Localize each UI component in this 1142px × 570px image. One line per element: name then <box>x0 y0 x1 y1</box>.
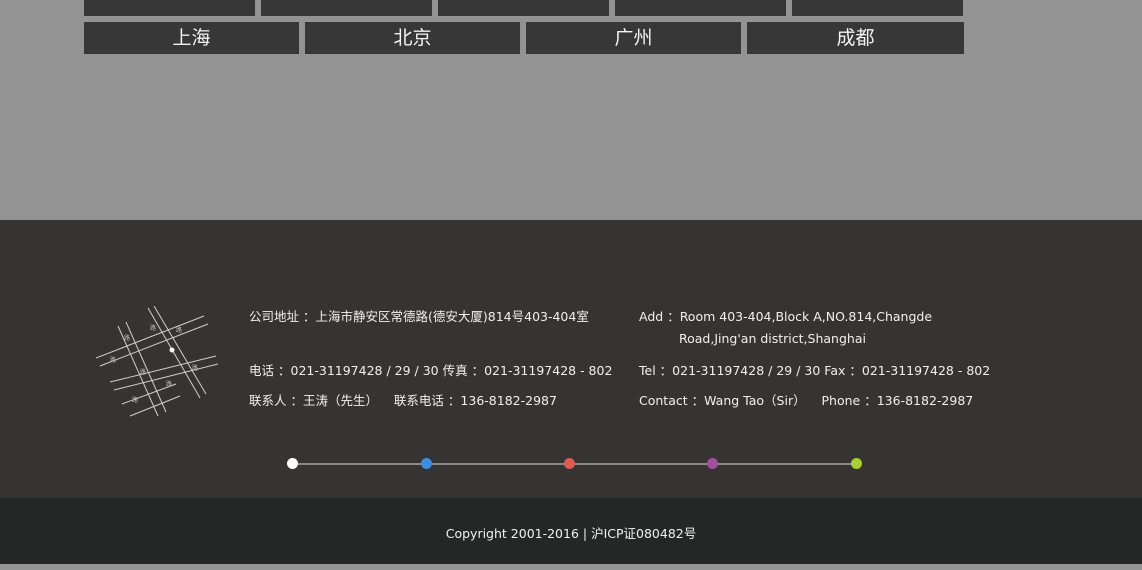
svg-text:路: 路 <box>150 324 156 332</box>
phone-label-en: Phone <box>821 393 861 408</box>
fax-value: ：021-31197428 - 802 <box>471 363 613 378</box>
add-label: Add <box>639 309 664 324</box>
cn-contact-line: 联系人 ：王涛（先生） 联系电话 ：136-8182-2987 <box>249 390 557 412</box>
fax-label-en: Fax <box>824 363 846 378</box>
city-tabs: 上海 北京 广州 成都 <box>84 22 964 54</box>
svg-text:路: 路 <box>140 368 146 376</box>
partial-tile[interactable] <box>615 0 786 16</box>
svg-text:路: 路 <box>192 364 198 372</box>
city-tab-beijing[interactable]: 北京 <box>305 22 520 54</box>
tile-row-partial <box>84 0 963 16</box>
svg-text:路: 路 <box>132 396 138 404</box>
svg-text:路: 路 <box>124 334 130 342</box>
add-value-1: ：Room 403-404,Block A,NO.814,Changde <box>667 309 933 324</box>
add-value-2: Road,Jing'an district,Shanghai <box>679 331 866 346</box>
slider-dot[interactable] <box>421 458 432 469</box>
slider-dot[interactable] <box>851 458 862 469</box>
partial-tile[interactable] <box>438 0 609 16</box>
svg-text:路: 路 <box>166 380 172 388</box>
map-icon: 路路 路路 路路 路路 <box>96 306 218 417</box>
tel-value-en: ：021-31197428 / 29 / 30 <box>659 363 821 378</box>
mobile-label: 联系电话 <box>393 393 444 408</box>
svg-text:路: 路 <box>110 356 116 364</box>
address-label: 公司地址 <box>249 309 300 324</box>
fax-value-en: ：021-31197428 - 802 <box>849 363 991 378</box>
partial-tile[interactable] <box>261 0 432 16</box>
address-value: ：上海市静安区常德路(德安大厦)814号403-404室 <box>303 309 589 324</box>
copyright-text: Copyright 2001-2016 | 沪ICP证080482号 <box>445 526 697 541</box>
phone-value-en: ：136-8182-2987 <box>864 393 974 408</box>
copyright-bar: Copyright 2001-2016 | 沪ICP证080482号 <box>0 498 1142 564</box>
contact-label-en: Contact <box>639 393 688 408</box>
partial-tile[interactable] <box>792 0 963 16</box>
partial-tile[interactable] <box>84 0 255 16</box>
contact-value-en: ：Wang Tao（Sir） <box>691 393 806 408</box>
city-tab-guangzhou[interactable]: 广州 <box>526 22 741 54</box>
tel-label-en: Tel <box>639 363 656 378</box>
en-address-block: Add ：Room 403-404,Block A,NO.814,Changde… <box>639 306 932 350</box>
contact-label: 联系人 <box>249 393 287 408</box>
svg-text:路: 路 <box>176 326 182 334</box>
en-tel-line: Tel ：021-31197428 / 29 / 30 Fax ：021-311… <box>639 360 990 382</box>
city-tab-shanghai[interactable]: 上海 <box>84 22 299 54</box>
tel-label: 电话 <box>249 363 275 378</box>
contact-value: ：王涛（先生） <box>290 393 379 408</box>
mobile-value: ：136-8182-2987 <box>447 393 557 408</box>
slider-dot[interactable] <box>707 458 718 469</box>
cn-address-line: 公司地址 ：上海市静安区常德路(德安大厦)814号403-404室 <box>249 306 589 328</box>
cn-tel-line: 电话 ：021-31197428 / 29 / 30 传真 ：021-31197… <box>249 360 612 382</box>
tel-value: ：021-31197428 / 29 / 30 <box>278 363 439 378</box>
fax-label: 传真 <box>442 363 468 378</box>
slider-dot[interactable] <box>287 458 298 469</box>
slider-dot[interactable] <box>564 458 575 469</box>
city-tab-chengdu[interactable]: 成都 <box>747 22 964 54</box>
footer-contact: 路路 路路 路路 路路 公司地址 ：上海市静安区常德路(德安大厦)814号403… <box>0 220 1142 498</box>
en-contact-line: Contact ：Wang Tao（Sir） Phone ：136-8182-2… <box>639 390 973 412</box>
